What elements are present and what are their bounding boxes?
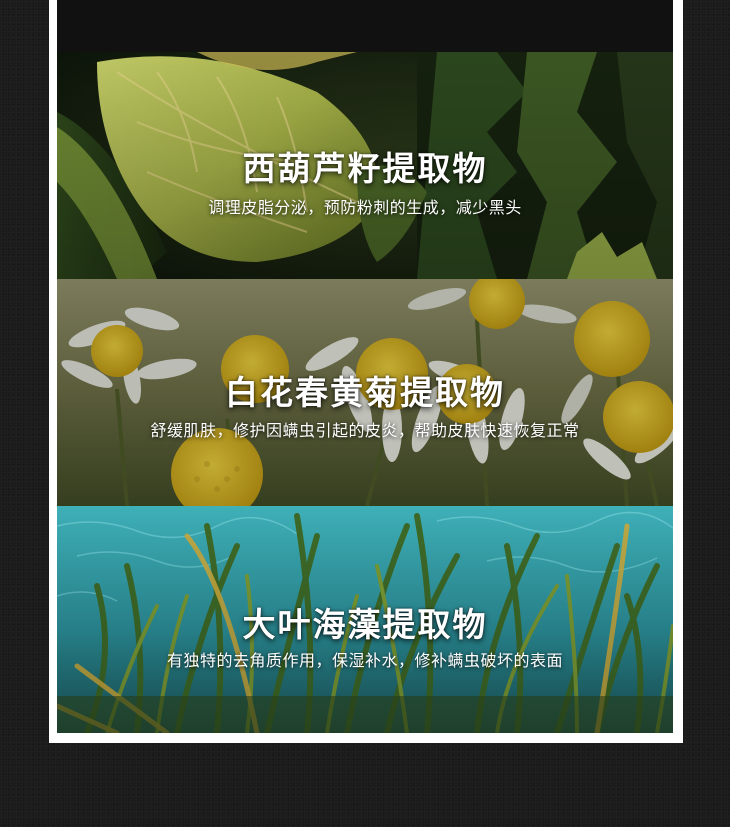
ingredient-description: 舒缓肌肤，修护因螨虫引起的皮炎，帮助皮肤快速恢复正常 [150, 421, 580, 440]
ingredient-title: 大叶海藻提取物 [242, 605, 488, 644]
ingredient-panel-zucchini: 西葫芦籽提取物 调理皮脂分泌，预防粉刺的生成，减少黑头 [57, 52, 673, 279]
ingredient-description: 调理皮脂分泌，预防粉刺的生成，减少黑头 [208, 198, 522, 217]
ingredient-panel-seagrass: 大叶海藻提取物 有独特的去角质作用，保湿补水，修补螨虫破坏的表面 [57, 506, 673, 733]
product-ingredients-card: 西葫芦籽提取物 调理皮脂分泌，预防粉刺的生成，减少黑头 白花春黄菊提取物 舒缓肌… [57, 0, 673, 733]
ingredient-title: 西葫芦籽提取物 [242, 149, 488, 188]
ingredient-description: 有独特的去角质作用，保湿补水，修补螨虫破坏的表面 [166, 651, 563, 670]
ingredient-panel-chamomile: 白花春黄菊提取物 舒缓肌肤，修护因螨虫引起的皮炎，帮助皮肤快速恢复正常 [57, 279, 673, 506]
ingredient-title: 白花春黄菊提取物 [225, 373, 505, 412]
top-dark-band [57, 0, 673, 52]
